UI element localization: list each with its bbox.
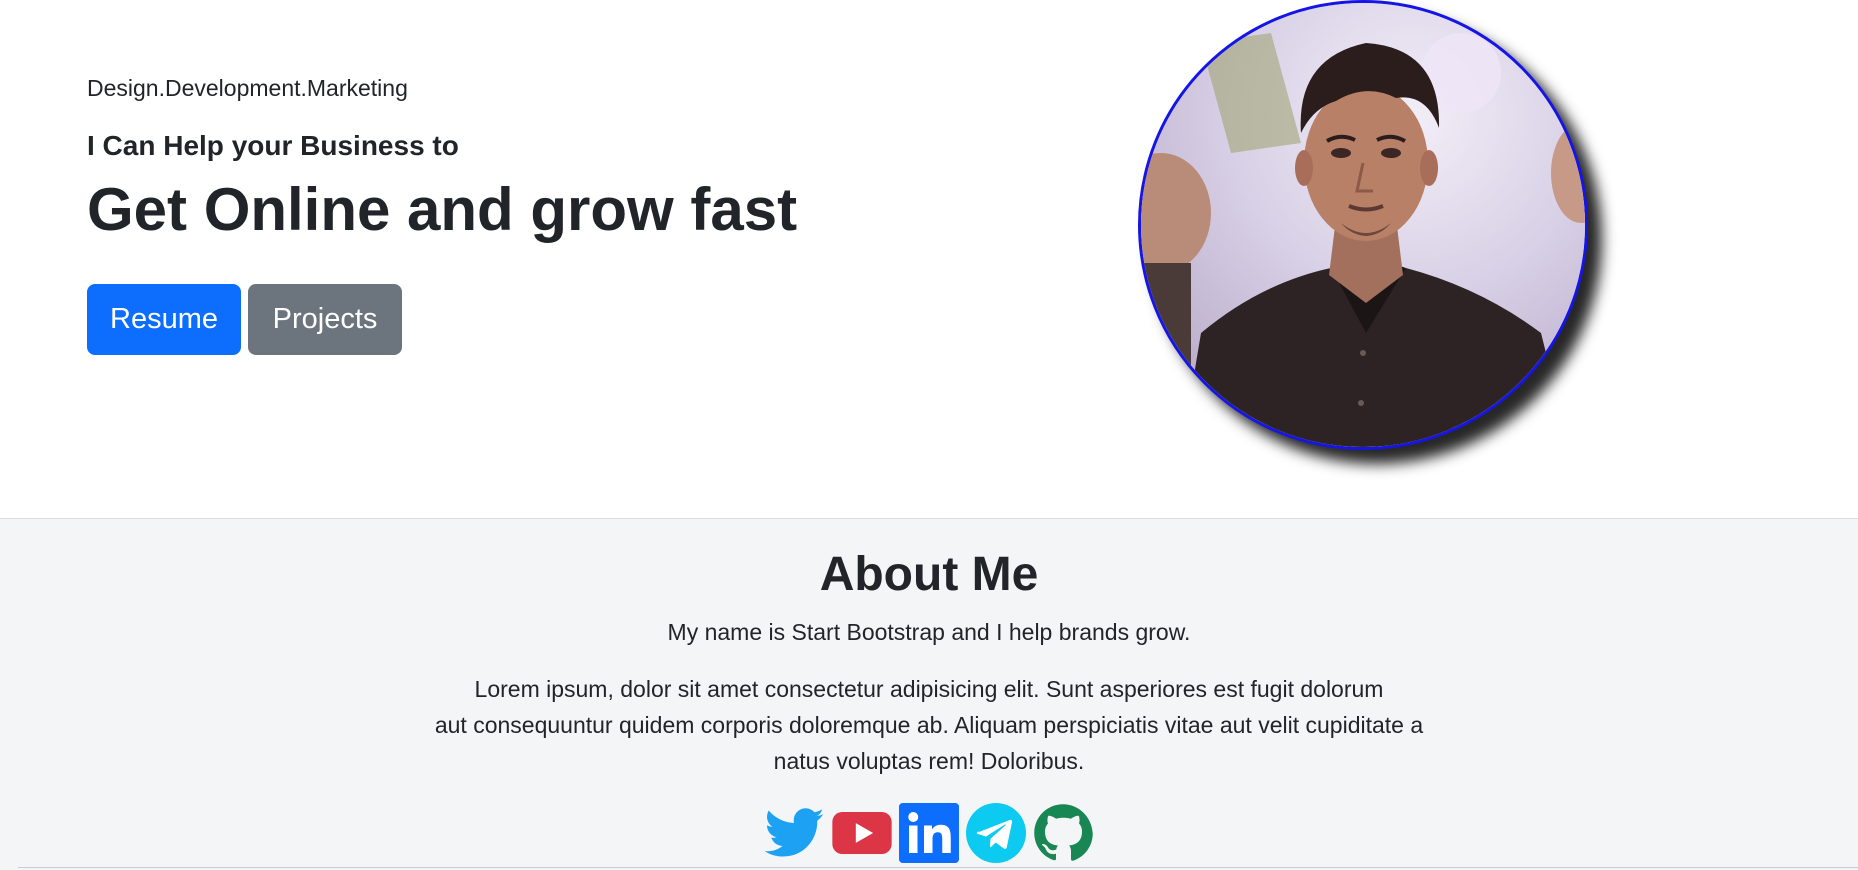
github-icon[interactable] bbox=[1033, 803, 1093, 863]
resume-button[interactable]: Resume bbox=[87, 284, 241, 355]
hero-help-line: I Can Help your Business to bbox=[87, 130, 459, 161]
about-title: About Me bbox=[819, 548, 1039, 601]
bottom-divider bbox=[18, 867, 1858, 868]
about-body-line-2: aut consequuntur quidem corporis dolorem… bbox=[434, 712, 1424, 738]
about-subtitle: My name is Start Bootstrap and I help br… bbox=[667, 619, 1191, 645]
profile-photo-illustration bbox=[1141, 3, 1585, 447]
about-body-line-1: Lorem ipsum, dolor sit amet consectetur … bbox=[474, 676, 1384, 702]
hero-section: Design.Development.Marketing I Can Help … bbox=[0, 0, 1858, 518]
profile-photo bbox=[1138, 0, 1588, 450]
hero-tagline: Design.Development.Marketing bbox=[87, 75, 408, 101]
twitter-icon[interactable] bbox=[765, 803, 825, 863]
hero-headline: Get Online and grow fast bbox=[87, 176, 798, 243]
youtube-icon[interactable] bbox=[832, 803, 892, 863]
about-body: Lorem ipsum, dolor sit amet consectetur … bbox=[409, 671, 1449, 779]
about-section: About Me My name is Start Bootstrap and … bbox=[0, 518, 1858, 870]
hero-button-row: Resume Projects bbox=[87, 284, 987, 355]
social-links bbox=[0, 803, 1858, 863]
about-body-line-3: natus voluptas rem! Doloribus. bbox=[773, 748, 1085, 774]
hero-text: Design.Development.Marketing I Can Help … bbox=[87, 70, 987, 355]
telegram-icon[interactable] bbox=[966, 803, 1026, 863]
linkedin-icon[interactable] bbox=[899, 803, 959, 863]
projects-button[interactable]: Projects bbox=[248, 284, 402, 355]
